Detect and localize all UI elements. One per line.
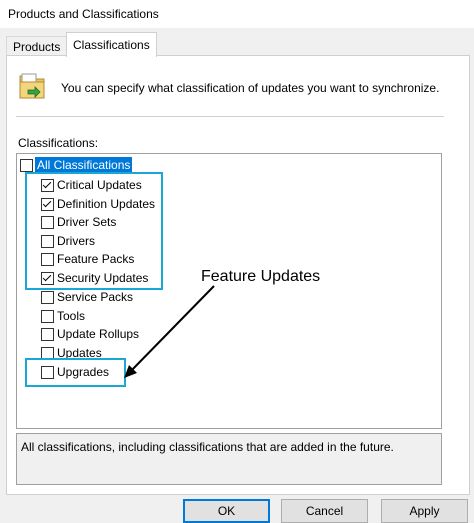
description-text: All classifications, including classific… — [21, 440, 394, 454]
apply-button[interactable]: Apply — [381, 499, 468, 523]
classifications-label: Classifications: — [18, 136, 99, 150]
checkbox[interactable] — [41, 310, 54, 323]
highlight-box-selected — [25, 172, 163, 290]
tab-classifications[interactable]: Classifications — [66, 32, 157, 57]
checkbox[interactable] — [41, 291, 54, 304]
annotation-label: Feature Updates — [201, 268, 321, 285]
annotation-arrow — [124, 285, 215, 378]
classification-label: Tools — [57, 309, 86, 323]
cancel-button[interactable]: Cancel — [281, 499, 368, 523]
ok-button[interactable]: OK — [183, 499, 270, 523]
folder-sync-icon — [18, 70, 46, 100]
classification-label: All Classifications — [35, 157, 133, 173]
info-text: You can specify what classification of u… — [61, 81, 440, 95]
tab-products[interactable]: Products — [6, 36, 68, 57]
description-box: All classifications, including classific… — [16, 433, 442, 485]
highlight-box-upgrades — [25, 358, 126, 387]
checkbox[interactable] — [41, 328, 54, 341]
window-title: Products and Classifications — [8, 7, 159, 21]
checkbox[interactable] — [20, 159, 33, 172]
divider — [16, 116, 444, 117]
